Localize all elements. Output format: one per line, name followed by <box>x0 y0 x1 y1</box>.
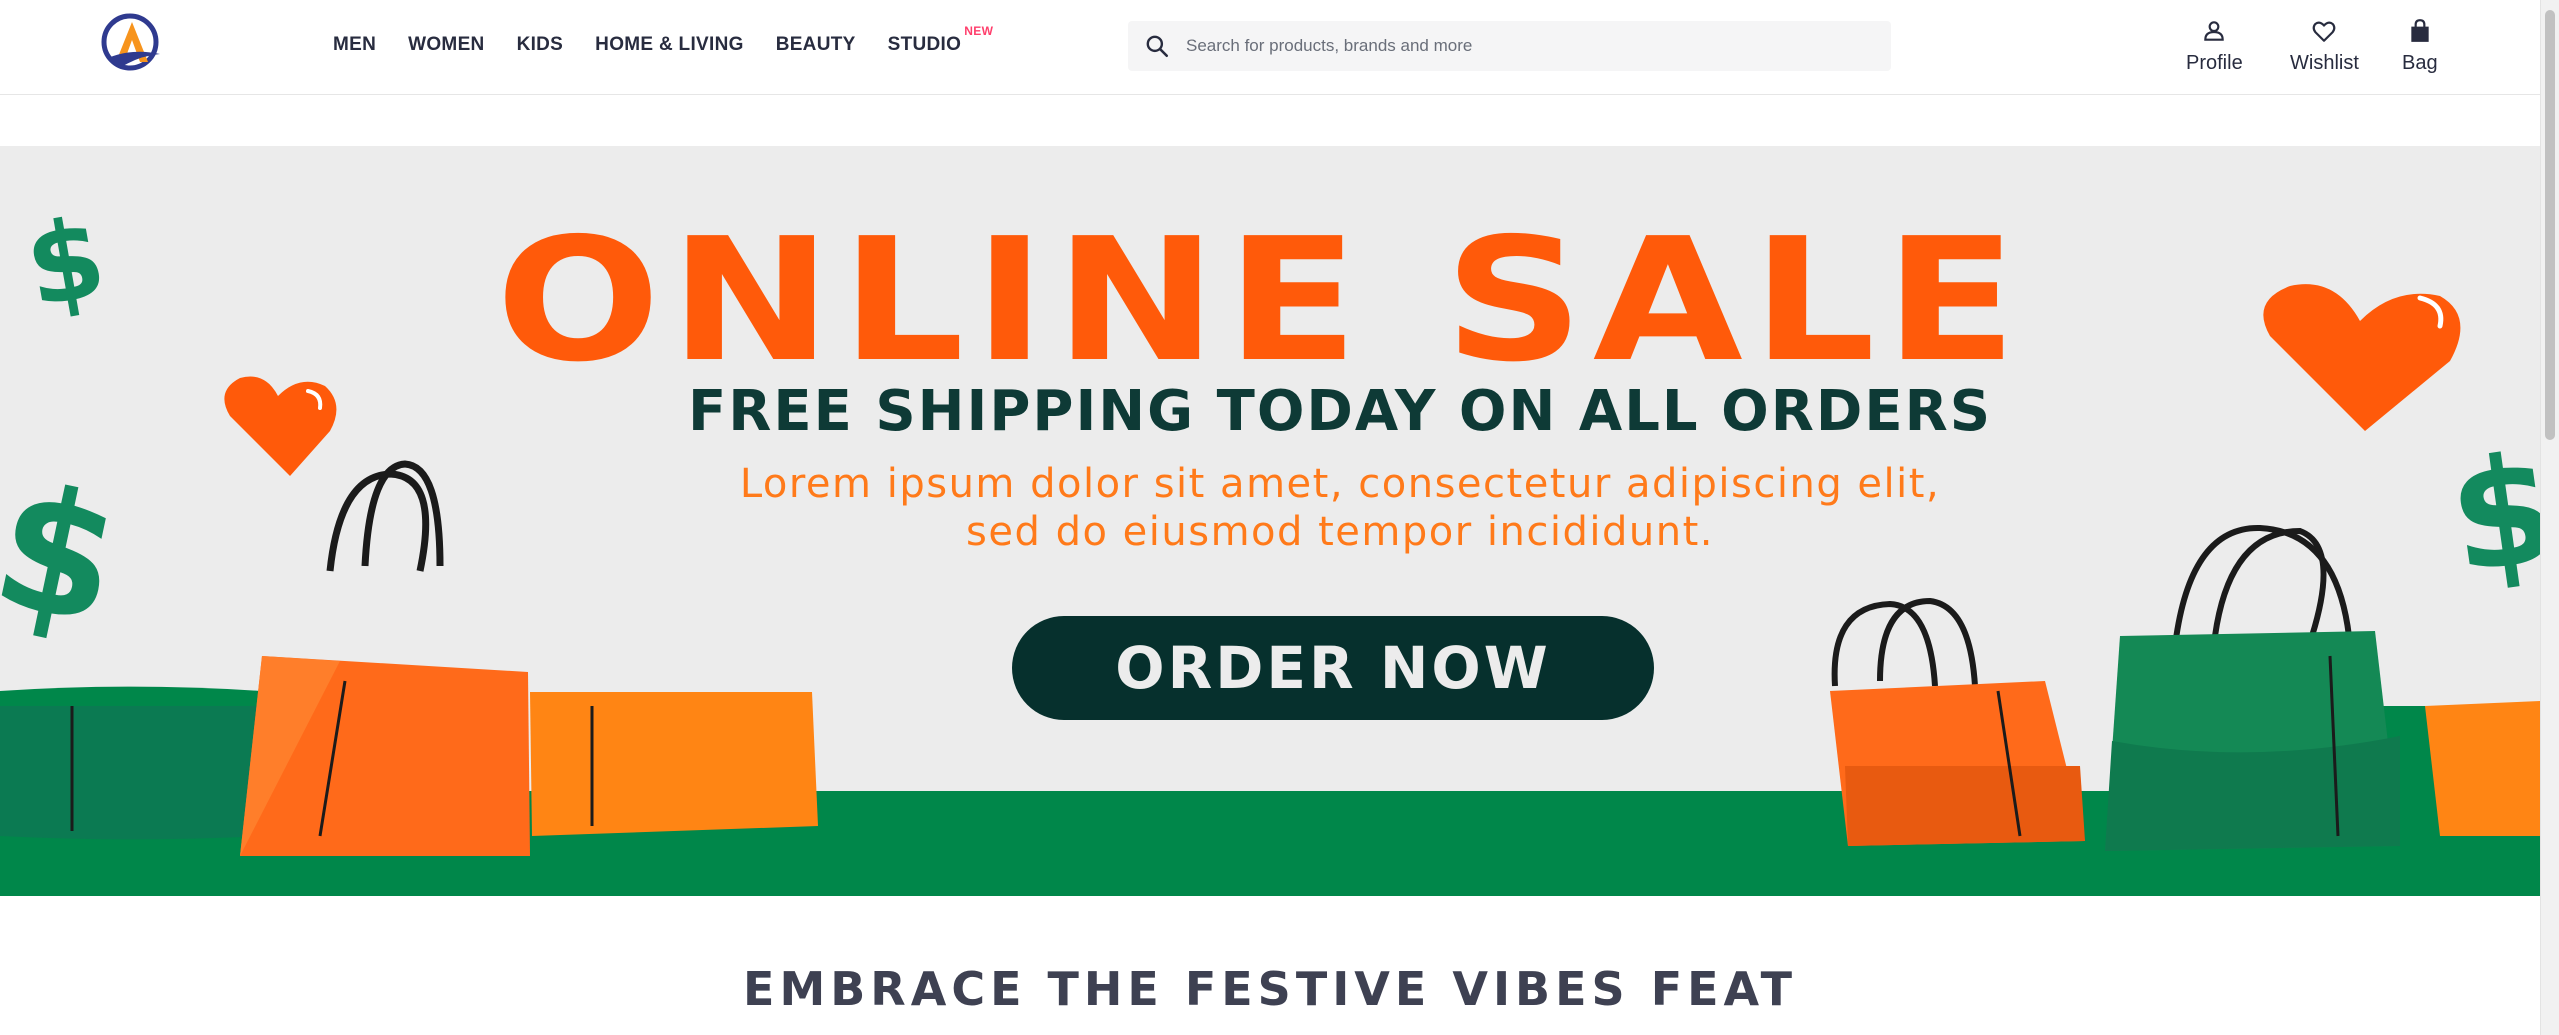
search-input[interactable] <box>1184 35 1864 57</box>
site-header: MEN WOMEN KIDS HOME & LIVING BEAUTY STUD… <box>0 0 2540 95</box>
person-icon <box>2204 21 2225 41</box>
shopping-bag-left-2 <box>530 692 818 836</box>
bag-icon <box>2411 19 2429 42</box>
main-nav: MEN WOMEN KIDS HOME & LIVING BEAUTY STUD… <box>333 24 993 60</box>
section-heading: EMBRACE THE FESTIVE VIBES FEAT <box>743 962 1797 1016</box>
profile-action[interactable]: Profile <box>2186 18 2243 75</box>
sub-navigation-bar <box>0 96 2540 146</box>
scrollbar-thumb[interactable] <box>2545 10 2555 440</box>
nav-home-living[interactable]: HOME & LIVING <box>595 34 744 56</box>
heart-icon <box>2313 21 2336 42</box>
profile-label: Profile <box>2186 52 2243 74</box>
banner-title: ONLINE SALE <box>495 202 2027 400</box>
banner-body-line-2: sed do eiusmod tempor incididunt. <box>966 509 1714 555</box>
search-bar[interactable] <box>1128 21 1891 71</box>
search-icon[interactable] <box>1144 33 1170 59</box>
hero-banner[interactable]: $ $ $ ONLINE SALE FREE SHIPPING TODAY ON… <box>0 146 2540 896</box>
logo-icon <box>101 13 160 71</box>
new-badge: NEW <box>964 24 994 38</box>
nav-beauty[interactable]: BEAUTY <box>776 34 856 56</box>
wishlist-label: Wishlist <box>2290 52 2359 74</box>
banner-body-line-1: Lorem ipsum dolor sit amet, consectetur … <box>739 461 1941 507</box>
nav-studio[interactable]: STUDIO NEW <box>887 24 993 56</box>
nav-kids[interactable]: KIDS <box>517 34 564 56</box>
nav-studio-label: STUDIO <box>887 34 962 55</box>
banner-subtitle: FREE SHIPPING TODAY ON ALL ORDERS <box>687 379 1993 444</box>
shopping-bag-right <box>1830 597 2085 846</box>
brand-logo[interactable] <box>98 12 166 74</box>
order-now-button[interactable]: ORDER NOW <box>1012 616 1654 720</box>
nav-women[interactable]: WOMEN <box>408 34 484 56</box>
bag-label: Bag <box>2402 52 2438 74</box>
banner-body-text: Lorem ipsum dolor sit amet, consectetur … <box>70 460 2540 556</box>
bag-action[interactable]: Bag <box>2402 18 2438 75</box>
page-scrollbar[interactable] <box>2540 0 2559 1035</box>
nav-men[interactable]: MEN <box>333 34 376 56</box>
shopping-bag-right-green <box>2105 524 2400 851</box>
wishlist-action[interactable]: Wishlist <box>2290 18 2359 75</box>
